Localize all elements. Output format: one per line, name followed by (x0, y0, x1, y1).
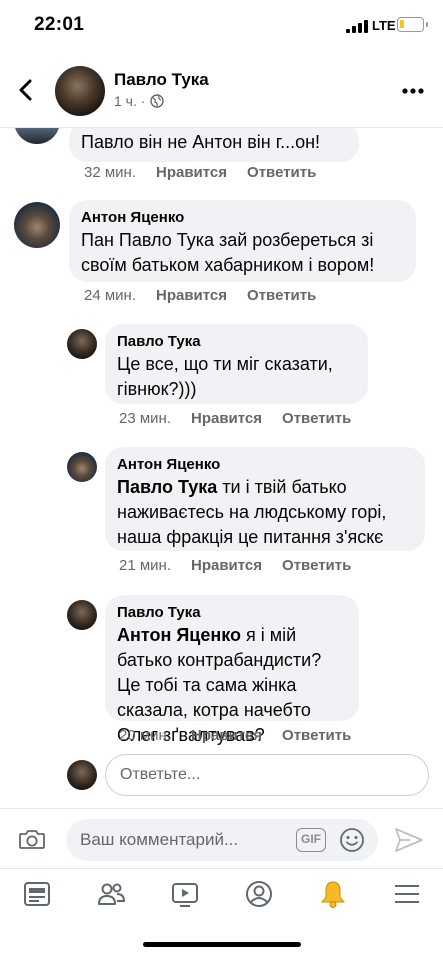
comment-text: Пан Павло Тука зай розбереться зі своїм … (81, 230, 375, 275)
comment-bubble[interactable]: Павло він не Антон він г...он! (69, 128, 359, 162)
reply-button[interactable]: Ответить (247, 164, 316, 181)
commenter-name[interactable]: Павло Тука (117, 603, 347, 623)
profile-icon[interactable] (244, 879, 274, 909)
comment-bubble[interactable]: Павло Тука Це все, що ти міг сказати, гі… (105, 324, 368, 404)
comment-text: Павло Тука ти і твій батько наживаєтесь … (117, 475, 413, 550)
comment-time: 23 мин. (119, 410, 171, 427)
current-user-avatar (67, 760, 97, 790)
commenter-avatar[interactable] (67, 452, 97, 482)
home-indicator (143, 942, 301, 947)
back-arrow-icon[interactable] (16, 78, 36, 102)
comments-list: Павло він не Антон він г...он! 32 мин. Н… (0, 128, 443, 808)
commenter-avatar[interactable] (14, 202, 60, 248)
commenter-name[interactable]: Антон Яценко (81, 208, 404, 228)
emoji-icon[interactable] (339, 827, 365, 853)
commenter-avatar[interactable] (67, 329, 97, 359)
comment-time: 24 мин. (84, 287, 136, 304)
comment-bubble[interactable]: Павло Тука Антон Яценко я і мій батько к… (105, 595, 359, 745)
comment-bubble[interactable]: Антон Яценко Павло Тука ти і твій батько… (105, 447, 425, 551)
reply-button[interactable]: Ответить (247, 287, 316, 304)
comment-actions: 32 мин. Нравится Ответить (84, 164, 316, 181)
comment-time: 20 мин. (119, 727, 171, 744)
like-button[interactable]: Нравится (191, 557, 262, 574)
news-feed-icon[interactable] (22, 879, 52, 909)
post-time: 1 ч. · (114, 93, 146, 109)
comment-placeholder: Ваш комментарий... (80, 830, 239, 849)
comment-bubble[interactable]: Антон Яценко Пан Павло Тука зай розберет… (69, 200, 416, 282)
status-bar: 22:01 LTE (0, 0, 443, 52)
notifications-bell-icon[interactable] (318, 879, 348, 909)
signal-icon (346, 20, 368, 33)
mention-link[interactable]: Павло Тука (117, 477, 217, 497)
author-name[interactable]: Павло Тука (114, 70, 209, 90)
comment-composer: Ваш комментарий... GIF (0, 808, 443, 868)
status-time: 22:01 (34, 14, 85, 35)
commenter-name[interactable]: Антон Яценко (117, 455, 413, 475)
comment-time: 32 мин. (84, 164, 136, 181)
globe-icon (150, 94, 165, 108)
network-type: LTE (372, 18, 396, 33)
comment-actions: 23 мин. Нравится Ответить (119, 410, 351, 427)
reply-button[interactable]: Ответить (282, 410, 351, 427)
reply-input[interactable]: Ответьте... (105, 754, 429, 796)
post-header: Павло Тука 1 ч. · (0, 52, 443, 128)
commenter-name[interactable]: Павло Тука (117, 332, 356, 352)
like-button[interactable]: Нравится (156, 287, 227, 304)
comment-actions: 20 мин. Нравится Ответить (119, 727, 351, 744)
comment-actions: 24 мин. Нравится Ответить (84, 287, 316, 304)
commenter-avatar[interactable] (67, 600, 97, 630)
gif-icon[interactable]: GIF (296, 828, 326, 852)
like-button[interactable]: Нравится (191, 410, 262, 427)
comment-text: Павло він не Антон він г...он! (81, 132, 321, 152)
send-icon[interactable] (394, 827, 424, 853)
friends-icon[interactable] (96, 879, 126, 909)
reply-row: Ответьте... (67, 754, 437, 796)
comment-time: 21 мин. (119, 557, 171, 574)
reply-button[interactable]: Ответить (282, 557, 351, 574)
battery-icon (397, 17, 428, 32)
like-button[interactable]: Нравится (191, 727, 262, 744)
comment-actions: 21 мин. Нравится Ответить (119, 557, 351, 574)
post-meta: 1 ч. · (114, 93, 165, 109)
comment-input[interactable]: Ваш комментарий... GIF (66, 819, 378, 861)
reply-button[interactable]: Ответить (282, 727, 351, 744)
comment-text: Це все, що ти міг сказати, гівнюк?))) (117, 354, 333, 399)
menu-icon[interactable] (392, 879, 422, 909)
author-avatar[interactable] (55, 66, 105, 116)
camera-icon[interactable] (18, 827, 46, 851)
more-options-icon[interactable] (402, 88, 424, 94)
watch-icon[interactable] (170, 879, 200, 909)
commenter-avatar[interactable] (14, 128, 60, 144)
like-button[interactable]: Нравится (156, 164, 227, 181)
mention-link[interactable]: Антон Яценко (117, 625, 241, 645)
